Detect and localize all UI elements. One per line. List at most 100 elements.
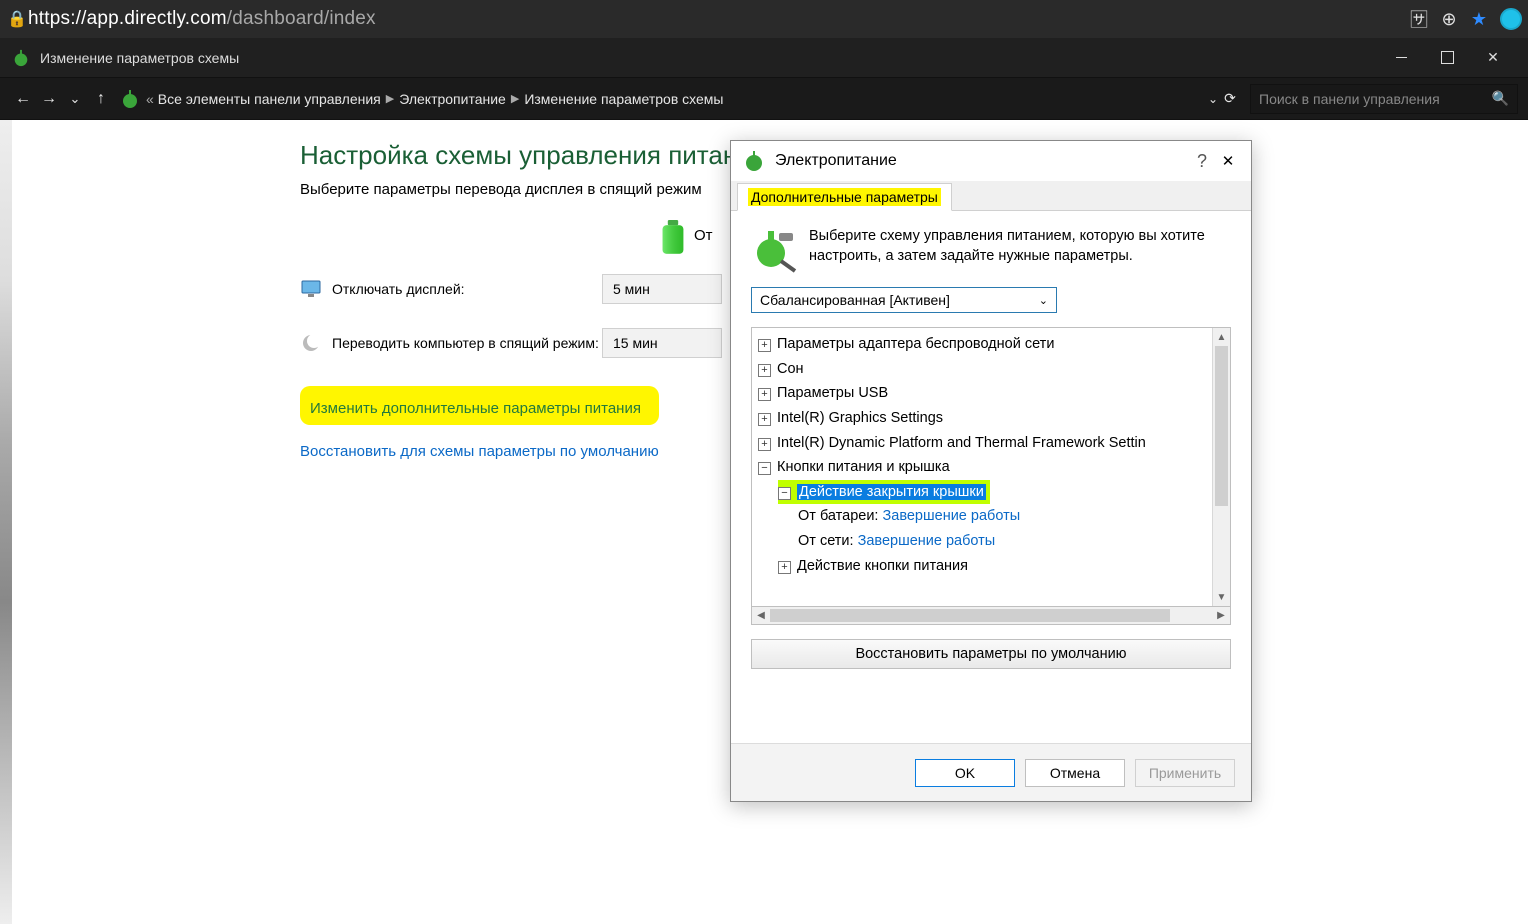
dialog-footer: OK Отмена Применить [731, 743, 1251, 801]
expand-icon[interactable]: + [778, 561, 791, 574]
power-options-icon [120, 89, 140, 109]
tree-item-lid-action: −Действие закрытия крышки [758, 480, 1210, 505]
expand-icon[interactable]: + [758, 438, 771, 451]
translate-icon[interactable]: 🈂 [1404, 6, 1434, 32]
nav-recent-button[interactable]: ⌄ [62, 91, 88, 107]
tree-label[interactable]: Параметры адаптера беспроводной сети [777, 336, 1054, 352]
expand-icon[interactable]: + [758, 388, 771, 401]
breadcrumb-root-prefix: « [146, 91, 154, 107]
dialog-title-bar: Электропитание ? ✕ [731, 141, 1251, 181]
tree-item-on-ac[interactable]: От сети: Завершение работы [758, 529, 1210, 554]
profile-avatar[interactable] [1500, 8, 1522, 30]
nav-up-button[interactable]: ↑ [88, 90, 114, 108]
vertical-scrollbar[interactable]: ▲ ▼ [1212, 328, 1230, 606]
apply-button: Применить [1135, 759, 1235, 787]
sleep-label: Переводить компьютер в спящий режим: [332, 335, 602, 351]
collapse-icon[interactable]: − [778, 487, 791, 500]
window-title: Изменение параметров схемы [40, 50, 239, 66]
settings-tree: + Параметры адаптера беспроводной сети + С… [751, 327, 1231, 607]
scroll-track[interactable] [770, 607, 1212, 624]
restore-defaults-link[interactable]: Восстановить для схемы параметры по умол… [300, 443, 659, 460]
scroll-up-icon[interactable]: ▲ [1213, 328, 1230, 346]
tree-label-selected[interactable]: Действие закрытия крышки [797, 484, 986, 500]
expand-icon[interactable]: + [758, 364, 771, 377]
window-close-button[interactable] [1470, 44, 1516, 72]
tab-advanced[interactable]: Дополнительные параметры [737, 183, 952, 211]
collapse-icon[interactable]: − [758, 462, 771, 475]
ok-button[interactable]: OK [915, 759, 1015, 787]
scroll-thumb[interactable] [1215, 346, 1228, 506]
power-options-icon [12, 49, 30, 67]
apply-label: Применить [1149, 765, 1221, 781]
expand-icon[interactable]: + [758, 413, 771, 426]
tree-label[interactable]: Сон [777, 361, 804, 377]
highlight-annotation: Изменить дополнительные параметры питани… [300, 386, 659, 425]
breadcrumb-root[interactable]: Все элементы панели управления [158, 91, 381, 107]
window-maximize-button[interactable] [1424, 44, 1470, 72]
chevron-right-icon: ▶ [386, 92, 394, 105]
window-title-bar: Изменение параметров схемы [0, 38, 1528, 78]
tree-label[interactable]: Параметры USB [777, 385, 888, 401]
zoom-icon[interactable]: ⊕ [1434, 9, 1464, 30]
nav-back-button[interactable]: ← [10, 90, 36, 108]
on-ac-value[interactable]: Завершение работы [858, 533, 996, 549]
power-plan-select[interactable]: Сбалансированная [Активен] ⌄ [751, 287, 1057, 313]
tree-body[interactable]: + Параметры адаптера беспроводной сети + С… [752, 328, 1212, 606]
breadcrumb-leaf[interactable]: Изменение параметров схемы [524, 91, 723, 107]
horizontal-scrollbar[interactable]: ◀ ▶ [751, 607, 1231, 625]
tree-label[interactable]: Действие кнопки питания [797, 558, 968, 574]
url[interactable]: https://app.directly.com/dashboard/index [28, 8, 376, 30]
power-plug-icon [751, 227, 797, 273]
favorite-star-icon[interactable]: ★ [1464, 9, 1494, 30]
scroll-thumb[interactable] [770, 609, 1170, 622]
moon-icon [300, 332, 322, 354]
info-text: Выберите схему управления питанием, кото… [809, 227, 1231, 273]
chevron-down-icon: ⌄ [1039, 294, 1048, 307]
help-button[interactable]: ? [1197, 151, 1207, 172]
sleep-value[interactable]: 15 мин [602, 328, 722, 358]
breadcrumb-mid[interactable]: Электропитание [399, 91, 506, 107]
tree-item: + Сон [758, 357, 1210, 382]
tab-strip: Дополнительные параметры [731, 181, 1251, 211]
tab-advanced-label: Дополнительные параметры [748, 188, 941, 206]
nav-row: ← → ⌄ ↑ « Все элементы панели управления… [0, 78, 1528, 120]
display-off-value[interactable]: 5 мин [602, 274, 722, 304]
tree-label[interactable]: Intel(R) Graphics Settings [777, 410, 943, 426]
scroll-right-icon[interactable]: ▶ [1212, 610, 1230, 621]
search-input[interactable]: Поиск в панели управления 🔍 [1250, 84, 1518, 114]
tree-item: −Кнопки питания и крышка [758, 455, 1210, 480]
cancel-button[interactable]: Отмена [1025, 759, 1125, 787]
display-off-label: Отключать дисплей: [332, 281, 602, 297]
window-minimize-button[interactable] [1378, 44, 1424, 72]
tree-item: + Intel(R) Dynamic Platform and Thermal F… [758, 431, 1210, 456]
tree-item: + Параметры USB [758, 381, 1210, 406]
browser-address-bar: 🔒 https://app.directly.com/dashboard/ind… [0, 0, 1528, 38]
nav-forward-button[interactable]: → [36, 90, 62, 108]
scroll-left-icon[interactable]: ◀ [752, 610, 770, 621]
dialog-title: Электропитание [775, 152, 897, 170]
ok-label: OK [955, 765, 975, 781]
tree-item-on-battery[interactable]: От батареи: Завершение работы [758, 504, 1210, 529]
restore-defaults-button[interactable]: Восстановить параметры по умолчанию [751, 639, 1231, 669]
refresh-button[interactable]: ⟳ [1218, 90, 1242, 107]
battery-icon [660, 220, 686, 250]
chevron-right-icon: ▶ [511, 92, 519, 105]
scroll-down-icon[interactable]: ▼ [1213, 588, 1230, 606]
url-path: /dashboard/index [227, 8, 376, 29]
dialog-close-button[interactable]: ✕ [1217, 152, 1239, 170]
power-options-icon [743, 150, 765, 172]
breadcrumb-dropdown-button[interactable]: ⌄ [1208, 92, 1218, 106]
display-icon [300, 278, 322, 300]
expand-icon[interactable]: + [758, 339, 771, 352]
tree-label[interactable]: Intel(R) Dynamic Platform and Thermal Fr… [777, 435, 1146, 451]
power-plan-value: Сбалансированная [Активен] [760, 292, 950, 308]
on-battery-value[interactable]: Завершение работы [883, 508, 1021, 524]
tree-label[interactable]: Кнопки питания и крышка [777, 459, 950, 475]
advanced-power-link[interactable]: Изменить дополнительные параметры питани… [310, 400, 641, 417]
highlight-annotation: −Действие закрытия крышки [778, 480, 990, 505]
power-options-dialog: Электропитание ? ✕ Дополнительные параме… [730, 140, 1252, 802]
dialog-body: Выберите схему управления питанием, кото… [731, 211, 1251, 679]
cancel-label: Отмена [1050, 765, 1100, 781]
restore-defaults-label: Восстановить параметры по умолчанию [855, 646, 1126, 662]
on-ac-label: От сети: [798, 533, 854, 549]
